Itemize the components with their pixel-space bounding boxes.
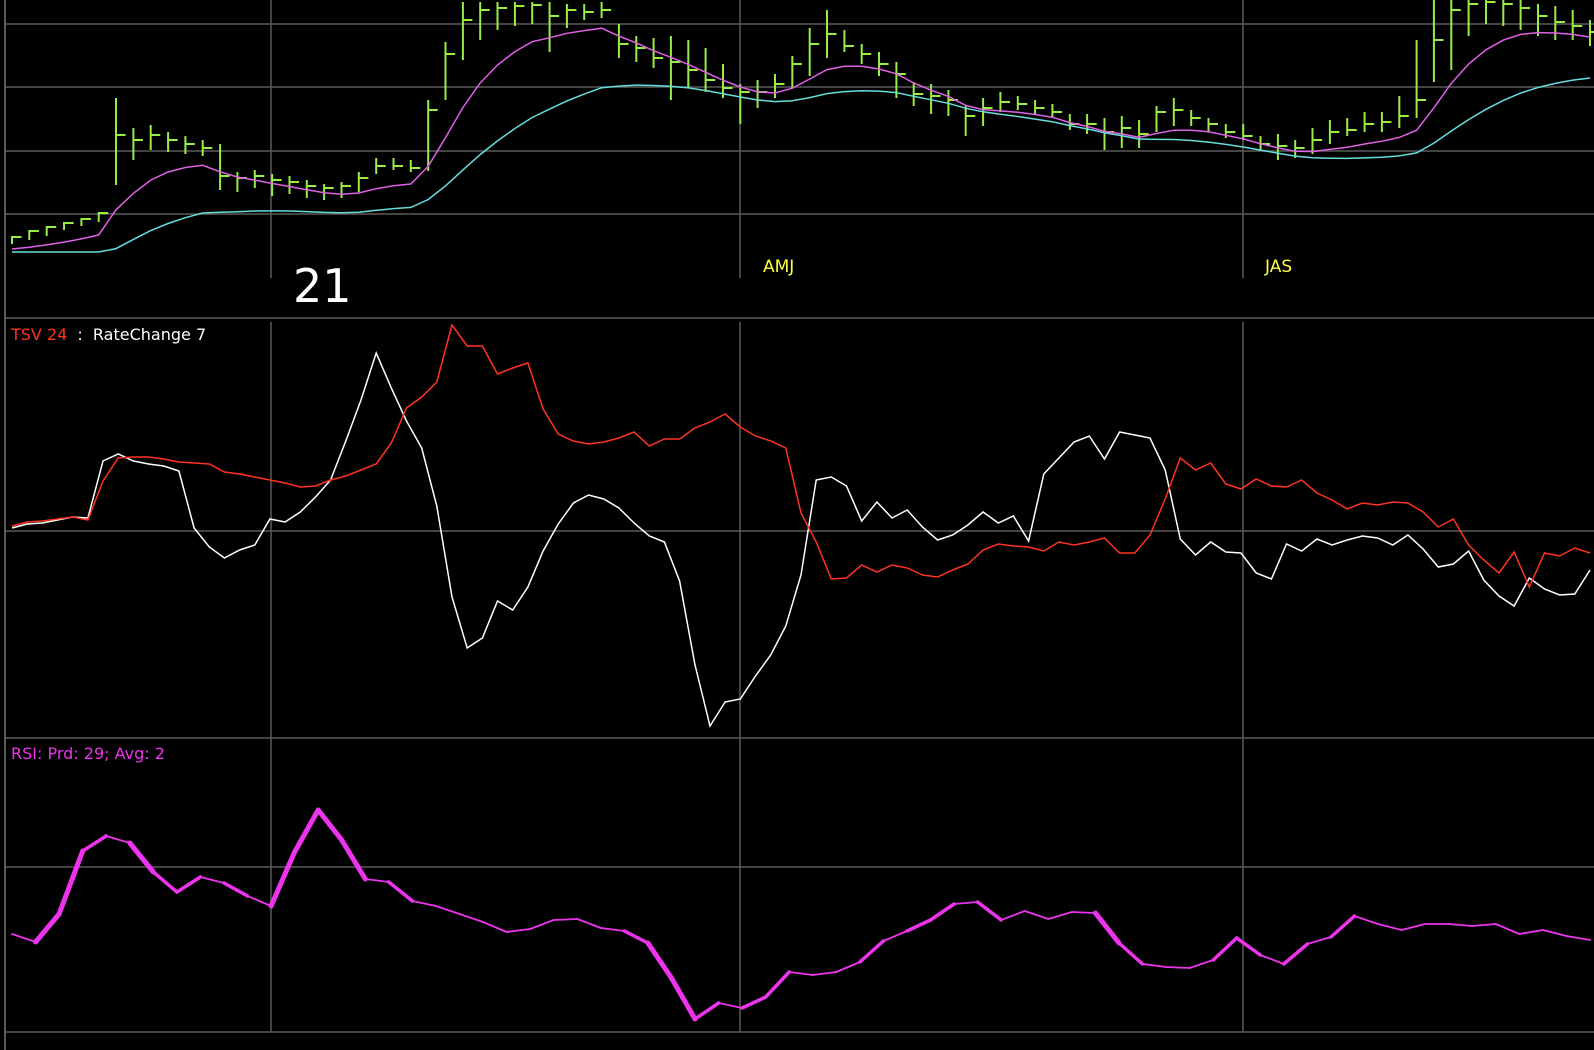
stock-chart: 21 AMJ JAS TSV 24 : RateChange 7 RSI: Pr… xyxy=(0,0,1594,1050)
ratechange-legend-label: RateChange 7 xyxy=(93,325,206,344)
rsi-line-segment xyxy=(1165,966,1191,969)
rsi-panel-title: RSI: Prd: 29; Avg: 2 xyxy=(11,744,165,763)
rsi-line-segment xyxy=(1071,911,1097,914)
period-label-jas: JAS xyxy=(1264,257,1292,277)
indicator-panel-title: TSV 24 : RateChange 7 xyxy=(10,325,206,344)
year-label: 21 xyxy=(293,259,352,313)
rsi-line-segment xyxy=(552,918,579,921)
legend-separator: : xyxy=(77,325,82,344)
tsv-legend-label: TSV 24 xyxy=(10,325,67,344)
period-label-amj: AMJ xyxy=(763,257,794,277)
